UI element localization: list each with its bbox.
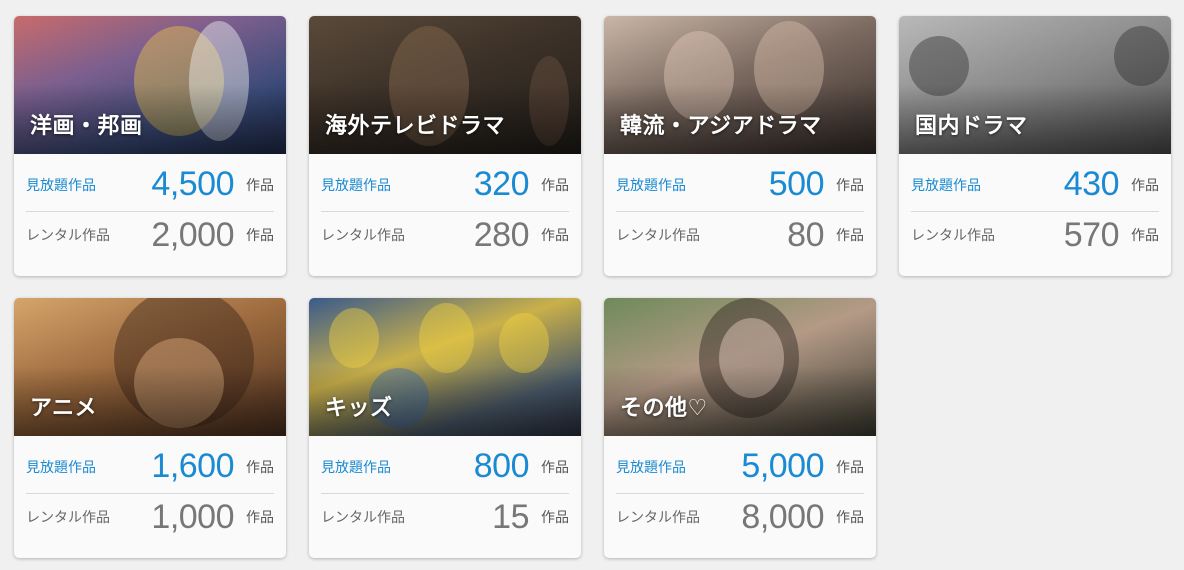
- rental-label: レンタル作品: [911, 228, 995, 244]
- category-thumbnail: キッズ: [309, 298, 581, 436]
- rental-label: レンタル作品: [321, 510, 405, 526]
- category-card-movies[interactable]: 洋画・邦画 見放題作品 4,500 作品 レンタル作品 2,000 作品: [14, 16, 286, 276]
- unlimited-label: 見放題作品: [26, 177, 96, 194]
- unit-label: 作品: [541, 459, 569, 476]
- category-title: 韓流・アジアドラマ: [620, 114, 822, 139]
- unit-label: 作品: [836, 510, 864, 526]
- rental-label: レンタル作品: [321, 228, 405, 244]
- unit-label: 作品: [246, 228, 274, 244]
- rental-label: レンタル作品: [616, 228, 700, 244]
- rental-count: 280: [473, 215, 530, 254]
- category-thumbnail: 韓流・アジアドラマ: [604, 16, 876, 154]
- unlimited-count: 430: [1063, 165, 1120, 203]
- unlimited-count: 1,600: [151, 447, 234, 485]
- category-thumbnail: アニメ: [14, 298, 286, 436]
- unit-label: 作品: [246, 510, 274, 526]
- unit-label: 作品: [246, 177, 274, 194]
- unlimited-label: 見放題作品: [616, 459, 686, 476]
- unlimited-count: 5,000: [741, 447, 824, 485]
- category-title: 国内ドラマ: [915, 114, 1028, 139]
- unit-label: 作品: [836, 228, 864, 244]
- category-thumbnail: 国内ドラマ: [899, 16, 1171, 154]
- rental-count: 80: [787, 215, 824, 254]
- unlimited-label: 見放題作品: [321, 459, 391, 476]
- category-card-anime[interactable]: アニメ 見放題作品 1,600 作品 レンタル作品 1,000 作品: [14, 298, 286, 558]
- unit-label: 作品: [246, 459, 274, 476]
- unit-label: 作品: [541, 228, 569, 244]
- unlimited-label: 見放題作品: [321, 177, 391, 194]
- rental-label: レンタル作品: [26, 510, 110, 526]
- rental-label: レンタル作品: [26, 228, 110, 244]
- category-title: その他♡: [620, 396, 708, 421]
- category-title: キッズ: [325, 396, 393, 421]
- rental-count: 2,000: [151, 215, 234, 254]
- category-title: 海外テレビドラマ: [325, 114, 506, 139]
- rental-count: 8,000: [741, 497, 824, 536]
- unlimited-label: 見放題作品: [26, 459, 96, 476]
- unlimited-count: 800: [473, 447, 530, 485]
- rental-label: レンタル作品: [616, 510, 700, 526]
- category-card-korean-asian-drama[interactable]: 韓流・アジアドラマ 見放題作品 500 作品 レンタル作品 80 作品: [604, 16, 876, 276]
- category-card-kids[interactable]: キッズ 見放題作品 800 作品 レンタル作品 15 作品: [309, 298, 581, 558]
- category-card-domestic-drama[interactable]: 国内ドラマ 見放題作品 430 作品 レンタル作品 570 作品: [899, 16, 1171, 276]
- unit-label: 作品: [1131, 177, 1159, 194]
- unit-label: 作品: [541, 177, 569, 194]
- rental-count: 570: [1063, 215, 1120, 254]
- unlimited-count: 320: [473, 165, 530, 203]
- category-title: アニメ: [30, 396, 98, 421]
- unit-label: 作品: [836, 459, 864, 476]
- unlimited-count: 4,500: [151, 165, 234, 203]
- category-title: 洋画・邦画: [30, 114, 143, 139]
- unlimited-label: 見放題作品: [911, 177, 981, 194]
- unit-label: 作品: [541, 510, 569, 526]
- unit-label: 作品: [836, 177, 864, 194]
- category-grid: 洋画・邦画 見放題作品 4,500 作品 レンタル作品 2,000 作品 海外テ…: [0, 0, 1184, 570]
- category-thumbnail: 海外テレビドラマ: [309, 16, 581, 154]
- category-card-foreign-tv-drama[interactable]: 海外テレビドラマ 見放題作品 320 作品 レンタル作品 280 作品: [309, 16, 581, 276]
- rental-count: 15: [492, 497, 529, 536]
- unlimited-count: 500: [768, 165, 825, 203]
- unit-label: 作品: [1131, 228, 1159, 244]
- rental-count: 1,000: [151, 497, 234, 536]
- unlimited-label: 見放題作品: [616, 177, 686, 194]
- category-thumbnail: その他♡: [604, 298, 876, 436]
- category-thumbnail: 洋画・邦画: [14, 16, 286, 154]
- category-card-others[interactable]: その他♡ 見放題作品 5,000 作品 レンタル作品 8,000 作品: [604, 298, 876, 558]
